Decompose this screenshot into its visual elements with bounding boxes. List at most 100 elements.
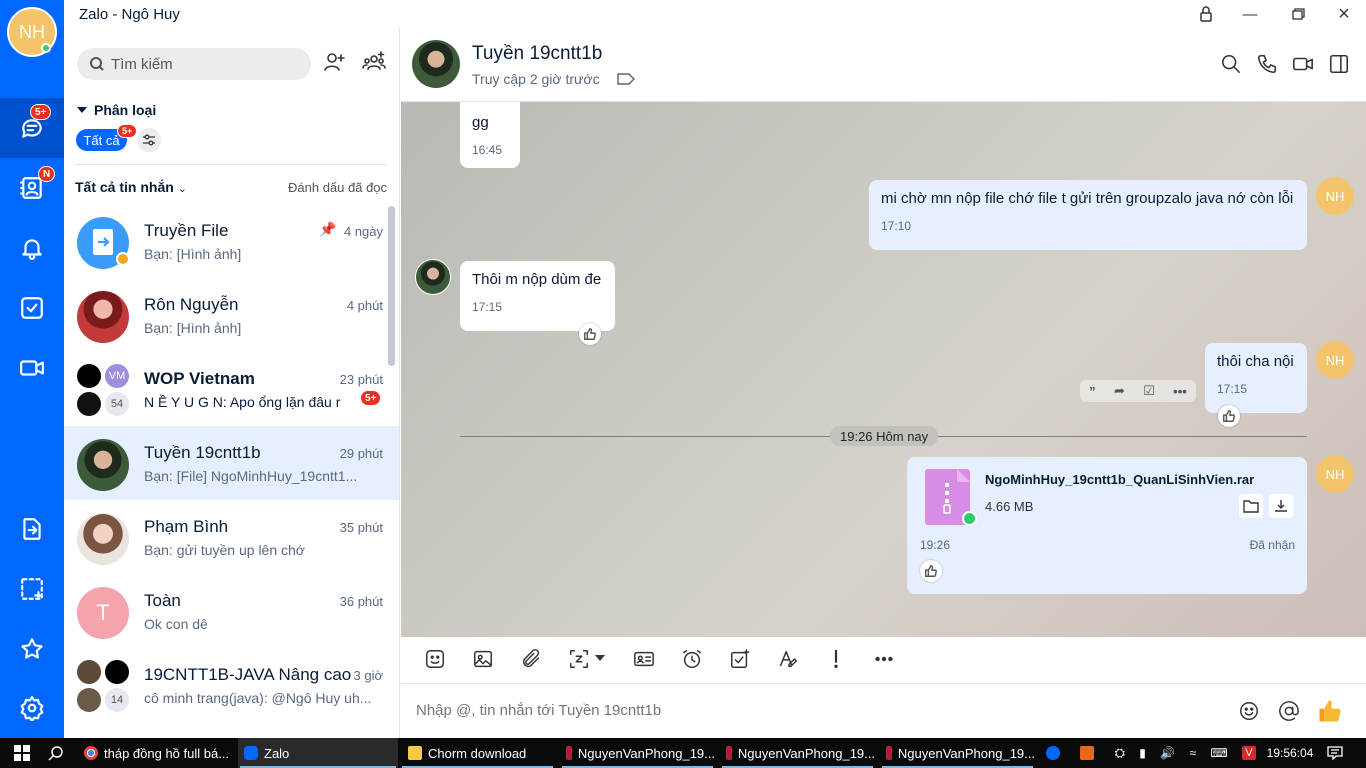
taskbar-search-button[interactable] xyxy=(42,738,70,768)
start-button[interactable] xyxy=(8,738,36,768)
notification-center-button[interactable] xyxy=(1322,738,1348,768)
verified-icon xyxy=(116,252,130,266)
nav-video[interactable] xyxy=(0,338,64,398)
conversation-item[interactable]: VM 54 WOP Vietnam N Ề Y U G N: Apo ổng l… xyxy=(64,352,399,426)
file-message[interactable]: NgoMinhHuy_19cntt1b_QuanLiSinhVien.rar 4… xyxy=(907,457,1307,594)
zalo-tray-icon[interactable] xyxy=(1046,746,1060,760)
nav-starred[interactable] xyxy=(0,619,64,679)
more-icon[interactable]: ••• xyxy=(1173,384,1187,399)
conversation-item[interactable]: Phạm Bình Bạn: gửi tuyền up lên chớ 35 p… xyxy=(64,500,399,574)
call-button[interactable] xyxy=(1256,53,1280,77)
mention-button[interactable] xyxy=(1278,700,1302,724)
sender-avatar[interactable] xyxy=(415,259,451,295)
image-button[interactable] xyxy=(472,648,496,672)
add-task-icon[interactable]: ☑ xyxy=(1143,383,1155,399)
thumbs-up-icon xyxy=(1319,700,1341,722)
conversation-item[interactable]: T Toàn Ok con dê 36 phút xyxy=(64,574,399,648)
message-bubble-outgoing[interactable]: thôi cha nội 17:15 xyxy=(1205,343,1307,413)
reminder-button[interactable] xyxy=(681,648,705,672)
nav-transfer-file[interactable] xyxy=(0,499,64,559)
taskbar-item-rar[interactable]: NguyenVanPhong_19... xyxy=(560,738,715,768)
screenshot-button[interactable] xyxy=(568,648,612,672)
list-scrollbar[interactable] xyxy=(388,206,395,366)
conversation-preview: Bạn: [Hình ảnh] xyxy=(144,246,242,262)
conversation-item[interactable]: Truyền File Bạn: [Hình ảnh] 📌 4 ngày xyxy=(64,204,399,278)
chat-status: Truy cập 2 giờ trước xyxy=(472,71,636,87)
forward-icon[interactable]: ➦ xyxy=(1114,383,1125,399)
react-button[interactable] xyxy=(1218,405,1240,427)
react-button[interactable] xyxy=(579,323,601,345)
nav-todo[interactable] xyxy=(0,278,64,338)
taskbar-item-folder[interactable]: Chorm download xyxy=(400,738,555,768)
close-button[interactable]: × xyxy=(1333,3,1355,25)
thumbs-up-icon xyxy=(584,328,596,340)
toggle-info-panel-button[interactable] xyxy=(1328,53,1352,77)
video-call-button[interactable] xyxy=(1292,53,1316,77)
message-bubble-incoming[interactable]: gg 16:45 xyxy=(460,102,520,168)
volume-icon[interactable]: 🔊 xyxy=(1160,746,1175,760)
nav-settings[interactable] xyxy=(0,678,64,738)
unikey-icon[interactable]: V xyxy=(1241,746,1256,760)
nav-notifications[interactable] xyxy=(0,218,64,278)
text-format-icon xyxy=(779,650,797,668)
taskbar-item-rar[interactable]: NguyenVanPhong_19... xyxy=(880,738,1035,768)
nav-screenshot[interactable] xyxy=(0,559,64,619)
taskbar-item-browser[interactable]: tháp đồng hồ full bá... xyxy=(78,738,236,768)
react-button[interactable] xyxy=(920,560,942,582)
conversation-item[interactable]: 14 19CNTT1B-JAVA Nâng cao cô minh trang(… xyxy=(64,648,399,738)
assign-task-button[interactable] xyxy=(729,648,753,672)
emoji-button[interactable] xyxy=(1238,700,1262,724)
taskbar-item-zalo[interactable]: Zalo xyxy=(238,738,398,768)
conversation-name: Phạm Bình xyxy=(144,517,229,536)
sender-avatar[interactable]: NH xyxy=(1316,341,1354,379)
lock-button[interactable] xyxy=(1195,4,1217,24)
chat-avatar[interactable] xyxy=(412,40,460,88)
group-member-avatar xyxy=(77,660,101,684)
message-bubble-outgoing[interactable]: mi chờ mn nộp file chớ file t gửi trên g… xyxy=(869,180,1307,250)
attach-file-button[interactable] xyxy=(520,648,544,672)
task-icon xyxy=(731,649,750,668)
urgent-button[interactable] xyxy=(825,648,849,672)
quote-icon[interactable]: ” xyxy=(1089,384,1096,399)
sticker-button[interactable] xyxy=(424,648,448,672)
network-settings-icon[interactable]: ⛭ xyxy=(1115,745,1125,761)
message-filter-dropdown[interactable]: Tất cả tin nhắn ⌄ xyxy=(75,179,187,195)
language-icon[interactable]: ⌨ xyxy=(1210,746,1227,760)
chat-title[interactable]: Tuyền 19cntt1b xyxy=(472,43,602,65)
nav-messages[interactable]: 5+ xyxy=(0,98,64,158)
mark-all-read-link[interactable]: Đánh dấu đã đọc xyxy=(288,180,387,195)
format-text-button[interactable] xyxy=(777,648,801,672)
filter-settings-button[interactable] xyxy=(137,128,161,152)
chevron-down-icon: ⌄ xyxy=(177,183,187,195)
search-in-chat-button[interactable] xyxy=(1220,53,1244,77)
download-button[interactable] xyxy=(1269,494,1293,518)
xampp-icon[interactable] xyxy=(1080,746,1095,760)
add-friend-button[interactable] xyxy=(322,50,350,78)
search-input[interactable]: Tìm kiếm xyxy=(77,48,311,80)
more-options-button[interactable] xyxy=(873,648,897,672)
category-toggle[interactable]: Phân loại xyxy=(77,102,156,118)
create-group-button[interactable] xyxy=(362,50,390,78)
conversation-item-selected[interactable]: Tuyền 19cntt1b Bạn: [File] NgoMinhHuy_19… xyxy=(64,426,399,500)
gear-icon xyxy=(20,696,44,721)
message-input[interactable] xyxy=(416,702,1216,719)
battery-icon[interactable]: ▮ xyxy=(1139,746,1146,760)
clock[interactable]: 19:56:04 xyxy=(1265,738,1315,768)
conversation-item[interactable]: Rôn Nguyễn Bạn: [Hình ảnh] 4 phút xyxy=(64,278,399,352)
taskbar-item-rar[interactable]: NguyenVanPhong_19... xyxy=(720,738,875,768)
minimize-button[interactable]: — xyxy=(1239,4,1261,24)
restore-button[interactable] xyxy=(1287,4,1309,24)
sender-avatar[interactable]: NH xyxy=(1316,455,1354,493)
sender-avatar[interactable]: NH xyxy=(1316,177,1354,215)
tag-icon[interactable] xyxy=(617,72,636,86)
video-icon xyxy=(20,360,44,376)
message-bubble-incoming[interactable]: Thôi m nộp dùm đe 17:15 xyxy=(460,261,615,331)
thumbs-up-icon xyxy=(925,565,937,577)
quick-like-button[interactable] xyxy=(1316,697,1344,725)
open-folder-button[interactable] xyxy=(1239,494,1263,518)
conversation-time: 29 phút xyxy=(339,446,383,461)
group-member-avatar xyxy=(77,688,101,712)
contact-card-button[interactable] xyxy=(633,648,657,672)
nav-contacts[interactable]: N xyxy=(0,158,64,218)
wifi-icon[interactable]: ≈ xyxy=(1189,746,1196,760)
